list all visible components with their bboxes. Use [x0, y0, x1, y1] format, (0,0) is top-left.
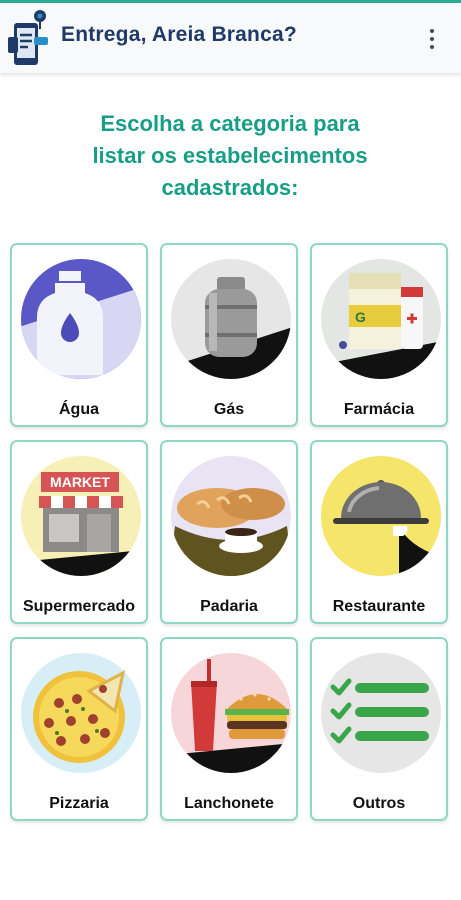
page-instructions: Escolha a categoria para listar os estab… — [40, 108, 420, 204]
category-label: Gás — [213, 401, 245, 418]
overflow-menu-button[interactable] — [416, 21, 448, 57]
category-card-outros[interactable]: Outros — [310, 637, 448, 821]
market-sign-text: MARKET — [50, 474, 110, 490]
category-label: Farmácia — [343, 401, 415, 418]
instructions-line-2: listar os estabelecimentos — [92, 143, 368, 168]
category-card-pizzaria[interactable]: Pizzaria — [10, 637, 148, 821]
pharmacy-icon: G — [321, 259, 441, 379]
burger-icon — [171, 653, 291, 773]
more-vert-icon — [430, 29, 434, 33]
instructions-line-1: Escolha a categoria para — [100, 111, 360, 136]
checklist-icon — [321, 653, 441, 773]
market-icon: MARKET — [21, 456, 141, 576]
category-card-farmacia[interactable]: G Farmácia — [310, 243, 448, 427]
gas-cylinder-icon — [171, 259, 291, 379]
category-card-lanchonete[interactable]: Lanchonete — [160, 637, 298, 821]
category-card-padaria[interactable]: Padaria — [160, 440, 298, 624]
category-card-restaurante[interactable]: Restaurante — [310, 440, 448, 624]
pizza-icon — [21, 653, 141, 773]
bread-icon — [171, 456, 291, 576]
category-card-gas[interactable]: Gás — [160, 243, 298, 427]
category-card-supermercado[interactable]: MARKET Supermercado — [10, 440, 148, 624]
category-label: Lanchonete — [184, 795, 274, 812]
app-title: Entrega, Areia Branca? — [61, 23, 297, 46]
instructions-line-3: cadastrados: — [161, 175, 299, 200]
category-label: Outros — [352, 795, 406, 812]
delivery-app-logo-icon — [8, 10, 48, 65]
app-bar: Entrega, Areia Branca? — [0, 3, 461, 73]
cloche-icon — [321, 456, 441, 576]
category-label: Restaurante — [332, 598, 426, 615]
category-label: Pizzaria — [49, 795, 109, 812]
svg-text:G: G — [355, 309, 366, 325]
category-label: Padaria — [200, 598, 258, 615]
category-label: Supermercado — [22, 598, 136, 615]
category-label: Água — [59, 401, 99, 418]
water-bottle-icon — [21, 259, 141, 379]
category-card-agua[interactable]: Água — [10, 243, 148, 427]
